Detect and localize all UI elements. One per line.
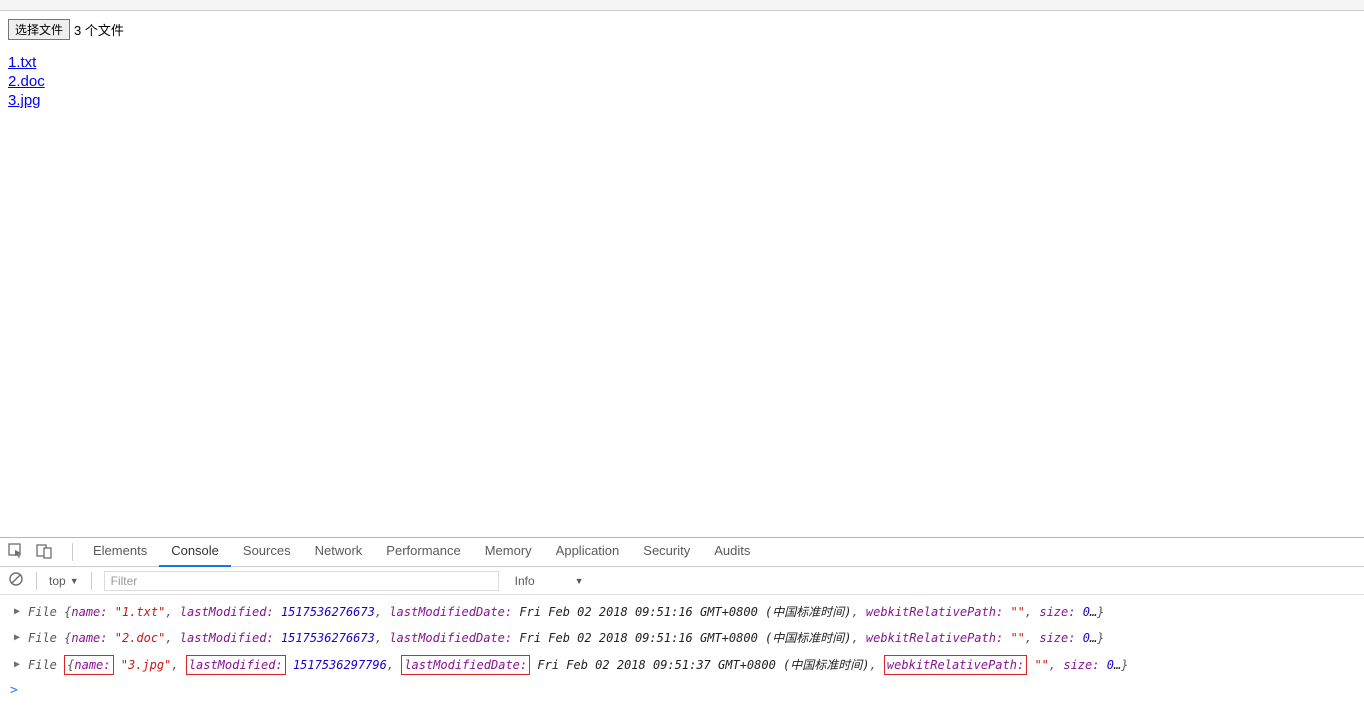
divider [91, 572, 92, 590]
console-entry[interactable]: ▶ File { name: "1.txt" , lastModified: 1… [0, 599, 1364, 625]
prop-value: 0 [1083, 629, 1090, 647]
prop-key: webkitRelativePath: [866, 603, 1003, 621]
devtools-tool-icons [8, 543, 64, 562]
prop-key: lastModified: [180, 629, 274, 647]
prop-value: Fri Feb 02 2018 09:51:37 GMT+0800 (中国标准时… [537, 656, 869, 674]
inspect-element-icon[interactable] [8, 543, 24, 562]
prop-key: name: [71, 603, 107, 621]
prop-key: size: [1063, 656, 1099, 674]
clear-console-icon[interactable] [8, 571, 24, 590]
expand-triangle-icon[interactable]: ▶ [14, 603, 20, 621]
prop-key: size: [1039, 603, 1075, 621]
prop-key: webkitRelativePath: [866, 629, 1003, 647]
console-prompt[interactable]: > [0, 679, 1364, 702]
tab-security[interactable]: Security [631, 537, 702, 567]
file-link[interactable]: 2.doc [8, 73, 45, 90]
toggle-device-icon[interactable] [36, 543, 52, 562]
prop-value: "" [1010, 603, 1024, 621]
prop-value: "" [1010, 629, 1024, 647]
object-type: File [28, 603, 57, 621]
console-entry[interactable]: ▶ File {name: "3.jpg" , lastModified: 15… [0, 651, 1364, 679]
tab-application[interactable]: Application [544, 537, 632, 567]
choose-file-button[interactable]: 选择文件 [8, 19, 70, 40]
file-links-list: 1.txt 2.doc 3.jpg [8, 54, 1356, 109]
prop-key: name: [74, 658, 110, 672]
tab-performance[interactable]: Performance [374, 537, 472, 567]
console-level-label: Info [515, 574, 535, 588]
browser-toolbar-strip [0, 0, 1364, 11]
console-filter-input[interactable] [104, 571, 499, 591]
prop-value: "" [1034, 656, 1048, 674]
prop-value: 1517536276673 [281, 603, 375, 621]
prop-value: Fri Feb 02 2018 09:51:16 GMT+0800 (中国标准时… [519, 629, 851, 647]
file-link[interactable]: 3.jpg [8, 92, 41, 109]
expand-triangle-icon[interactable]: ▶ [14, 656, 20, 674]
divider [36, 572, 37, 590]
prop-key: size: [1039, 629, 1075, 647]
prop-value: "3.jpg" [121, 656, 172, 674]
console-output: ▶ File { name: "1.txt" , lastModified: 1… [0, 595, 1364, 710]
console-context-selector[interactable]: top ▼ [49, 574, 79, 588]
object-type: File [28, 656, 57, 674]
divider [72, 543, 73, 561]
prop-value: "1.txt" [115, 603, 166, 621]
highlight-box: lastModifiedDate: [401, 655, 530, 675]
prop-value: 0 [1083, 603, 1090, 621]
console-level-selector[interactable]: Info ▼ [507, 574, 622, 588]
file-count-status: 3 个文件 [74, 20, 124, 39]
prop-key: lastModifiedDate: [389, 603, 512, 621]
prop-key: lastModifiedDate: [404, 658, 527, 672]
console-filter-bar: top ▼ Info ▼ [0, 567, 1364, 595]
tab-sources[interactable]: Sources [231, 537, 303, 567]
brace-open: { [64, 603, 71, 621]
devtools-panel: Elements Console Sources Network Perform… [0, 537, 1364, 710]
page-content: 选择文件 3 个文件 1.txt 2.doc 3.jpg [0, 11, 1364, 117]
prop-value: 0 [1107, 656, 1114, 674]
tab-memory[interactable]: Memory [473, 537, 544, 567]
prop-value: 1517536276673 [281, 629, 375, 647]
tab-elements[interactable]: Elements [81, 537, 159, 567]
console-entry[interactable]: ▶ File { name: "2.doc" , lastModified: 1… [0, 625, 1364, 651]
file-input-row: 选择文件 3 个文件 [8, 19, 1356, 40]
highlight-box: {name: [64, 655, 113, 675]
highlight-box: webkitRelativePath: [884, 655, 1027, 675]
dropdown-triangle-icon: ▼ [575, 576, 584, 586]
dropdown-triangle-icon: ▼ [70, 576, 79, 586]
tab-audits[interactable]: Audits [702, 537, 762, 567]
tab-network[interactable]: Network [303, 537, 375, 567]
prop-value: "2.doc" [115, 629, 166, 647]
file-link[interactable]: 1.txt [8, 54, 36, 71]
expand-triangle-icon[interactable]: ▶ [14, 629, 20, 647]
devtools-tabbar: Elements Console Sources Network Perform… [0, 538, 1364, 567]
prop-key: lastModifiedDate: [389, 629, 512, 647]
prop-key: webkitRelativePath: [887, 658, 1024, 672]
prop-key: lastModified: [180, 603, 274, 621]
brace-close: } [1097, 603, 1104, 621]
console-context-label: top [49, 574, 66, 588]
object-type: File [28, 629, 57, 647]
prop-value: Fri Feb 02 2018 09:51:16 GMT+0800 (中国标准时… [519, 603, 851, 621]
tab-console[interactable]: Console [159, 537, 231, 567]
prop-key: lastModified: [189, 658, 283, 672]
prop-value: 1517536297796 [293, 656, 387, 674]
highlight-box: lastModified: [186, 655, 286, 675]
prop-key: name: [71, 629, 107, 647]
